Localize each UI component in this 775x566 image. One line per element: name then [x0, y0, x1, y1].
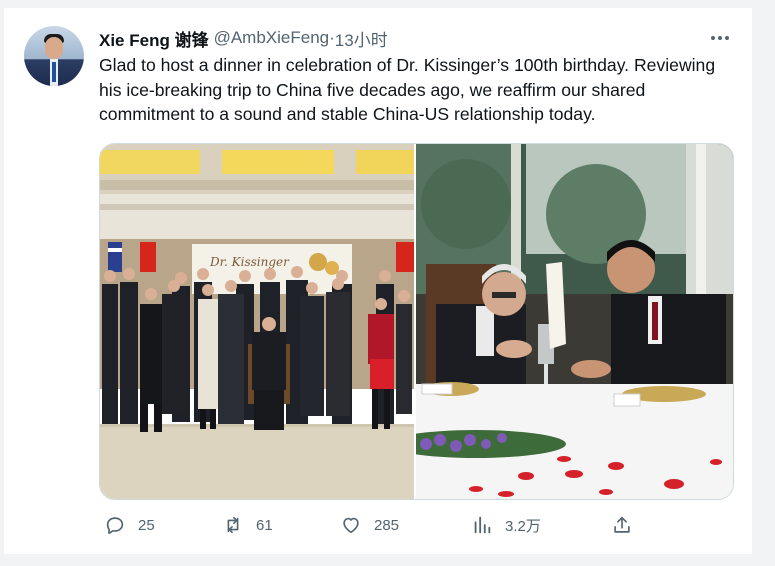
share-button[interactable] — [611, 513, 633, 537]
banner-text: Dr. Kissinger — [209, 255, 290, 269]
reply-icon — [106, 517, 124, 535]
retweet-button[interactable]: 61 — [222, 513, 273, 537]
author-handle[interactable]: @AmbXieFeng — [214, 28, 330, 48]
reply-button[interactable]: 25 — [104, 513, 155, 537]
tweet-time[interactable]: 13小时 — [335, 26, 388, 51]
tweet-text: Glad to host a dinner in celebration of … — [99, 55, 716, 124]
reply-count: 25 — [138, 516, 155, 534]
views-icon — [474, 516, 491, 534]
dinner-photo[interactable] — [416, 144, 733, 499]
share-icon — [614, 516, 630, 533]
retweet-count: 61 — [256, 516, 273, 534]
tweet-media[interactable]: Dr. Kissinger — [99, 143, 734, 500]
author-name[interactable]: Xie Feng 谢锋 — [99, 26, 209, 51]
tweet-actions: 25 61 285 3.2万 — [99, 513, 739, 537]
more-icon[interactable] — [708, 26, 732, 50]
tweet-card[interactable]: Xie Feng 谢锋 @AmbXieFeng · 13小时 Glad to h… — [4, 8, 752, 554]
views-button[interactable]: 3.2万 — [471, 513, 541, 537]
author-avatar[interactable] — [24, 26, 84, 86]
group-photo[interactable]: Dr. Kissinger — [100, 144, 416, 499]
tweet-header: Xie Feng 谢锋 @AmbXieFeng · 13小时 — [99, 26, 388, 50]
like-icon — [343, 517, 359, 534]
views-count: 3.2万 — [505, 517, 541, 535]
retweet-icon — [227, 516, 239, 534]
like-button[interactable]: 285 — [340, 513, 399, 537]
like-count: 285 — [374, 516, 400, 534]
